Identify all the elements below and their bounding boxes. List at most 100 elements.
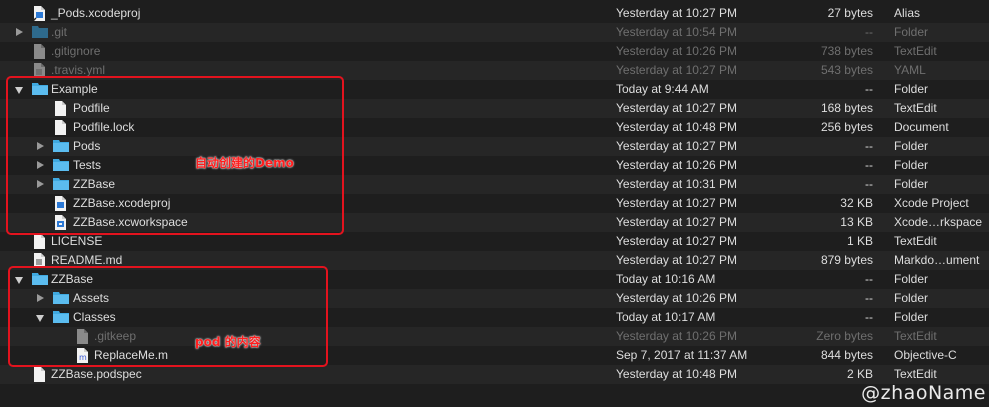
list-item[interactable]: Example Today at 9:44 AM -- Folder [0, 80, 989, 99]
list-item[interactable]: Tests Yesterday at 10:26 PM -- Folder [0, 156, 989, 175]
list-item[interactable]: Podfile.lock Yesterday at 10:48 PM 256 b… [0, 118, 989, 137]
file-name: ZZBase [51, 272, 94, 286]
folder-icon [53, 311, 69, 323]
file-kind: Xcode Project [894, 196, 969, 210]
file-size: -- [865, 177, 873, 191]
xcworkspace-file-icon [55, 215, 66, 230]
list-item[interactable]: ZZBase.podspec Yesterday at 10:48 PM 2 K… [0, 365, 989, 384]
file-name: ZZBase [73, 177, 116, 191]
list-item[interactable]: .git Yesterday at 10:54 PM -- Folder [0, 23, 989, 42]
list-item[interactable]: .gitignore Yesterday at 10:26 PM 738 byt… [0, 42, 989, 61]
disclosure-closed-icon[interactable] [37, 294, 44, 302]
document-icon [55, 120, 66, 135]
date-modified: Yesterday at 10:26 PM [616, 158, 737, 172]
file-size: -- [865, 82, 873, 96]
date-modified: Yesterday at 10:26 PM [616, 291, 737, 305]
list-item[interactable]: Podfile Yesterday at 10:27 PM 168 bytes … [0, 99, 989, 118]
disclosure-open-icon[interactable] [36, 315, 44, 322]
file-size: 879 bytes [820, 253, 873, 267]
date-modified: Yesterday at 10:48 PM [616, 120, 737, 134]
folder-icon [32, 26, 48, 38]
text-file-icon [34, 44, 45, 59]
file-name: Assets [73, 291, 110, 305]
disclosure-closed-icon[interactable] [37, 142, 44, 150]
file-kind: Folder [894, 25, 929, 39]
list-item[interactable]: LICENSE Yesterday at 10:27 PM 1 KB TextE… [0, 232, 989, 251]
file-name: .gitkeep [94, 329, 137, 343]
file-size: 738 bytes [820, 44, 873, 58]
file-name: ZZBase.podspec [51, 367, 142, 381]
file-size: 13 KB [840, 215, 873, 229]
file-kind: Alias [894, 6, 921, 20]
xcodeproj-file-icon [33, 6, 45, 21]
list-item[interactable]: ZZBase Yesterday at 10:31 PM -- Folder [0, 175, 989, 194]
pod-annotation: pod 的内容 [195, 335, 261, 349]
folder-icon [32, 83, 48, 95]
folder-icon [53, 292, 69, 304]
list-item[interactable]: ZZBase Today at 10:16 AM -- Folder [0, 270, 989, 289]
date-modified: Yesterday at 10:27 PM [616, 6, 737, 20]
file-name: Tests [73, 158, 102, 172]
list-item[interactable]: Assets Yesterday at 10:26 PM -- Folder [0, 289, 989, 308]
folder-icon [53, 140, 69, 152]
file-size: -- [865, 139, 873, 153]
list-item[interactable]: .gitkeep Yesterday at 10:26 PM Zero byte… [0, 327, 989, 346]
markdown-file-icon [34, 253, 45, 268]
document-icon [34, 234, 45, 249]
file-kind: Document [894, 120, 949, 134]
list-item[interactable]: ZZBase.xcworkspace Yesterday at 10:27 PM… [0, 213, 989, 232]
file-name: _Pods.xcodeproj [51, 6, 141, 20]
file-kind: YAML [894, 63, 926, 77]
list-item[interactable]: _Pods.xcodeproj Yesterday at 10:27 PM 27… [0, 4, 989, 23]
date-modified: Yesterday at 10:27 PM [616, 63, 737, 77]
watermark: @zhaoName [861, 382, 986, 404]
file-kind: Folder [894, 310, 929, 324]
xcodeproj-file-icon [55, 196, 66, 211]
file-size: 844 bytes [820, 348, 873, 362]
date-modified: Today at 10:17 AM [616, 310, 716, 324]
file-size: Zero bytes [816, 329, 873, 343]
file-name: .travis.yml [51, 63, 105, 77]
file-size: 27 bytes [827, 6, 873, 20]
disclosure-closed-icon[interactable] [37, 161, 44, 169]
folder-icon [53, 159, 69, 171]
list-item[interactable]: Classes Today at 10:17 AM -- Folder [0, 308, 989, 327]
file-kind: Folder [894, 158, 929, 172]
date-modified: Sep 7, 2017 at 11:37 AM [616, 348, 748, 362]
disclosure-open-icon[interactable] [15, 87, 23, 94]
file-name: README.md [51, 253, 123, 267]
list-item[interactable]: Pods Yesterday at 10:27 PM -- Folder [0, 137, 989, 156]
file-name: Pods [73, 139, 101, 153]
file-name: ZZBase.xcworkspace [73, 215, 188, 229]
file-name: Podfile.lock [73, 120, 135, 134]
disclosure-open-icon[interactable] [15, 277, 23, 284]
file-name: ZZBase.xcodeproj [73, 196, 171, 210]
date-modified: Yesterday at 10:27 PM [616, 139, 737, 153]
date-modified: Yesterday at 10:27 PM [616, 234, 737, 248]
date-modified: Today at 10:16 AM [616, 272, 716, 286]
objc-file-icon: m [77, 348, 88, 363]
list-item[interactable]: .travis.yml Yesterday at 10:27 PM 543 by… [0, 61, 989, 80]
file-kind: Folder [894, 82, 929, 96]
file-size: 168 bytes [820, 101, 873, 115]
file-kind: Folder [894, 291, 929, 305]
text-file-icon [34, 63, 45, 78]
file-kind: TextEdit [894, 101, 937, 115]
example-annotation: 自动创建的Demo [195, 156, 294, 170]
list-item[interactable]: m ReplaceMe.m Sep 7, 2017 at 11:37 AM 84… [0, 346, 989, 365]
list-item[interactable]: README.md Yesterday at 10:27 PM 879 byte… [0, 251, 989, 270]
date-modified: Today at 9:44 AM [616, 82, 709, 96]
file-name: Podfile [73, 101, 110, 115]
file-size: 1 KB [846, 234, 873, 248]
date-modified: Yesterday at 10:26 PM [616, 329, 737, 343]
date-modified: Yesterday at 10:48 PM [616, 367, 737, 381]
folder-icon [53, 178, 69, 190]
disclosure-closed-icon[interactable] [37, 180, 44, 188]
file-size: -- [865, 158, 873, 172]
file-name: LICENSE [51, 234, 103, 248]
disclosure-closed-icon[interactable] [16, 28, 23, 36]
file-size: -- [865, 25, 873, 39]
file-kind: Folder [894, 177, 929, 191]
list-item[interactable]: ZZBase.xcodeproj Yesterday at 10:27 PM 3… [0, 194, 989, 213]
date-modified: Yesterday at 10:27 PM [616, 253, 737, 267]
